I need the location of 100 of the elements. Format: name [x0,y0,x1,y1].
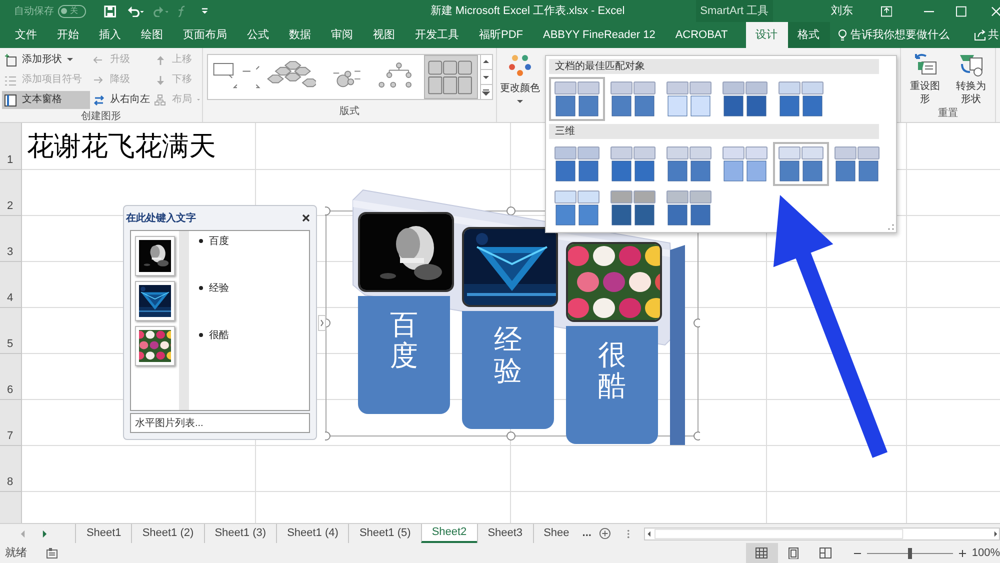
block-style-icon [778,146,824,182]
ribbon-tab[interactable]: 设计 [746,22,788,48]
style-option[interactable] [549,77,605,121]
change-colors-button[interactable]: 更改颜色 [497,48,543,122]
group-label: 创建图形 [81,110,121,124]
block-style-icon [722,146,768,182]
sheet-tab[interactable]: Sheet2 [420,524,477,543]
row-number[interactable]: 1 [7,152,14,168]
hierarchy-icon [154,94,167,106]
row-number[interactable]: 5 [7,336,14,352]
row-number[interactable]: 8 [7,474,14,490]
ribbon-tab[interactable]: 开始 [47,22,89,48]
macro-record-icon[interactable] [46,547,58,559]
bullet-icon [199,239,203,243]
ribbon-tab[interactable]: 审阅 [321,22,363,48]
ribbon-tab[interactable]: 插入 [89,22,131,48]
grid-icon [755,547,768,559]
reset-command-button[interactable]: 转换为形状 [950,52,992,106]
reset-command-button[interactable]: 重设图形 [904,52,946,106]
zoom-in-icon[interactable] [958,550,966,556]
bullet-text[interactable]: 经验 [209,281,229,296]
add-sheet-icon[interactable] [599,527,612,540]
command-button[interactable]: 从右向左 [90,91,152,109]
smartart-shape[interactable]: 经验 [462,311,554,429]
block-style-icon [554,81,600,117]
block-style-icon [722,81,768,117]
ribbon-tab[interactable]: 视图 [363,22,405,48]
zoom-slider[interactable] [866,548,953,558]
customize-toolbar-icon[interactable] [201,7,209,15]
cell-text: 花谢花飞花满天 [26,130,216,164]
row-number[interactable]: 2 [7,198,14,214]
smartart-shape[interactable]: 百度 [358,296,450,414]
ribbon-tab[interactable]: 福昕PDF [469,22,533,48]
convert-shape-icon [958,52,984,78]
down-arrow-icon [154,74,167,86]
block-style-icon [554,146,600,182]
block-style-icon [778,81,824,117]
undo-icon[interactable] [126,5,144,17]
bullet-icon [199,333,203,337]
resize-grip-icon[interactable] [888,224,894,230]
block-style-icon [834,146,880,182]
style-option[interactable] [773,142,829,186]
expand-gallery-icon[interactable] [482,88,490,96]
block-style-icon [666,81,712,117]
block-style-icon [554,190,600,226]
next-sheet-icon[interactable] [42,530,47,538]
page-break-icon [819,547,832,559]
row-number[interactable]: 6 [7,382,14,398]
picture-thumbnail[interactable] [135,326,175,366]
row-number[interactable]: 3 [7,244,14,260]
ribbon-tab[interactable]: 公式 [237,22,279,48]
share-icon[interactable] [974,29,986,41]
dropdown-arrow-icon [517,100,523,104]
save-icon[interactable] [104,4,117,18]
horizontal-scrollbar[interactable] [644,526,1000,540]
group-label: 版式 [340,104,360,119]
ribbon-tab[interactable]: 格式 [788,22,830,48]
zoom-slider-thumb[interactable] [908,548,912,558]
command-button[interactable]: 添加形状 [2,51,90,69]
command-button[interactable]: 文本窗格 [2,91,90,109]
row-number[interactable]: 4 [7,290,14,306]
splitter-icon[interactable] [627,528,630,538]
share-button[interactable]: 共 [988,26,999,44]
bullet-text[interactable]: 百度 [209,234,229,249]
ribbon-tab[interactable]: 数据 [279,22,321,48]
user-name: 刘东 [830,4,853,19]
layout-option[interactable] [424,55,478,99]
lightbulb-icon [838,29,847,41]
picture-thumbnail[interactable] [135,236,175,276]
block-style-icon [610,146,656,182]
color-dots-icon [508,54,532,78]
block-style-icon [666,146,712,182]
block-style-icon [610,81,656,117]
gallery-section-header: 三维 [549,124,879,139]
ribbon-display-icon[interactable] [880,6,892,16]
bullet-text[interactable]: 很酷 [209,328,229,343]
ribbon-tab[interactable]: 页面布局 [173,22,237,48]
ribbon-tab[interactable]: 绘图 [131,22,173,48]
view-button[interactable] [746,543,778,563]
pane-title: 在此处键入文字 [126,211,196,226]
tell-me-field[interactable]: 告诉我你想要做什么 [850,26,950,44]
scroll-down-icon[interactable] [482,73,490,81]
gallery-section-header: 文档的最佳匹配对象 [549,59,879,74]
maximize-icon[interactable] [956,6,967,16]
zoom-level-text[interactable]: 100% [972,544,1000,562]
picture-thumbnail[interactable] [135,281,175,321]
ribbon-tab[interactable]: ABBYY FineReader 12 [533,22,666,48]
ribbon-tab[interactable]: 开发工具 [405,22,469,48]
scroll-up-icon[interactable] [482,58,490,66]
bullet-icon [199,286,203,290]
swap-arrows-icon [92,94,105,106]
add-shape-icon [4,54,17,66]
row-number[interactable]: 7 [7,428,14,444]
ribbon-tab[interactable]: ACROBAT [665,22,738,48]
layout-description-field: 水平图片列表... [130,413,310,433]
close-icon[interactable] [302,214,310,222]
block-style-icon [666,190,712,226]
ribbon-tab[interactable]: 文件 [5,22,47,48]
smartart-shape[interactable]: 很酷 [566,326,658,444]
more-sheets-button[interactable]: ... [579,525,592,542]
